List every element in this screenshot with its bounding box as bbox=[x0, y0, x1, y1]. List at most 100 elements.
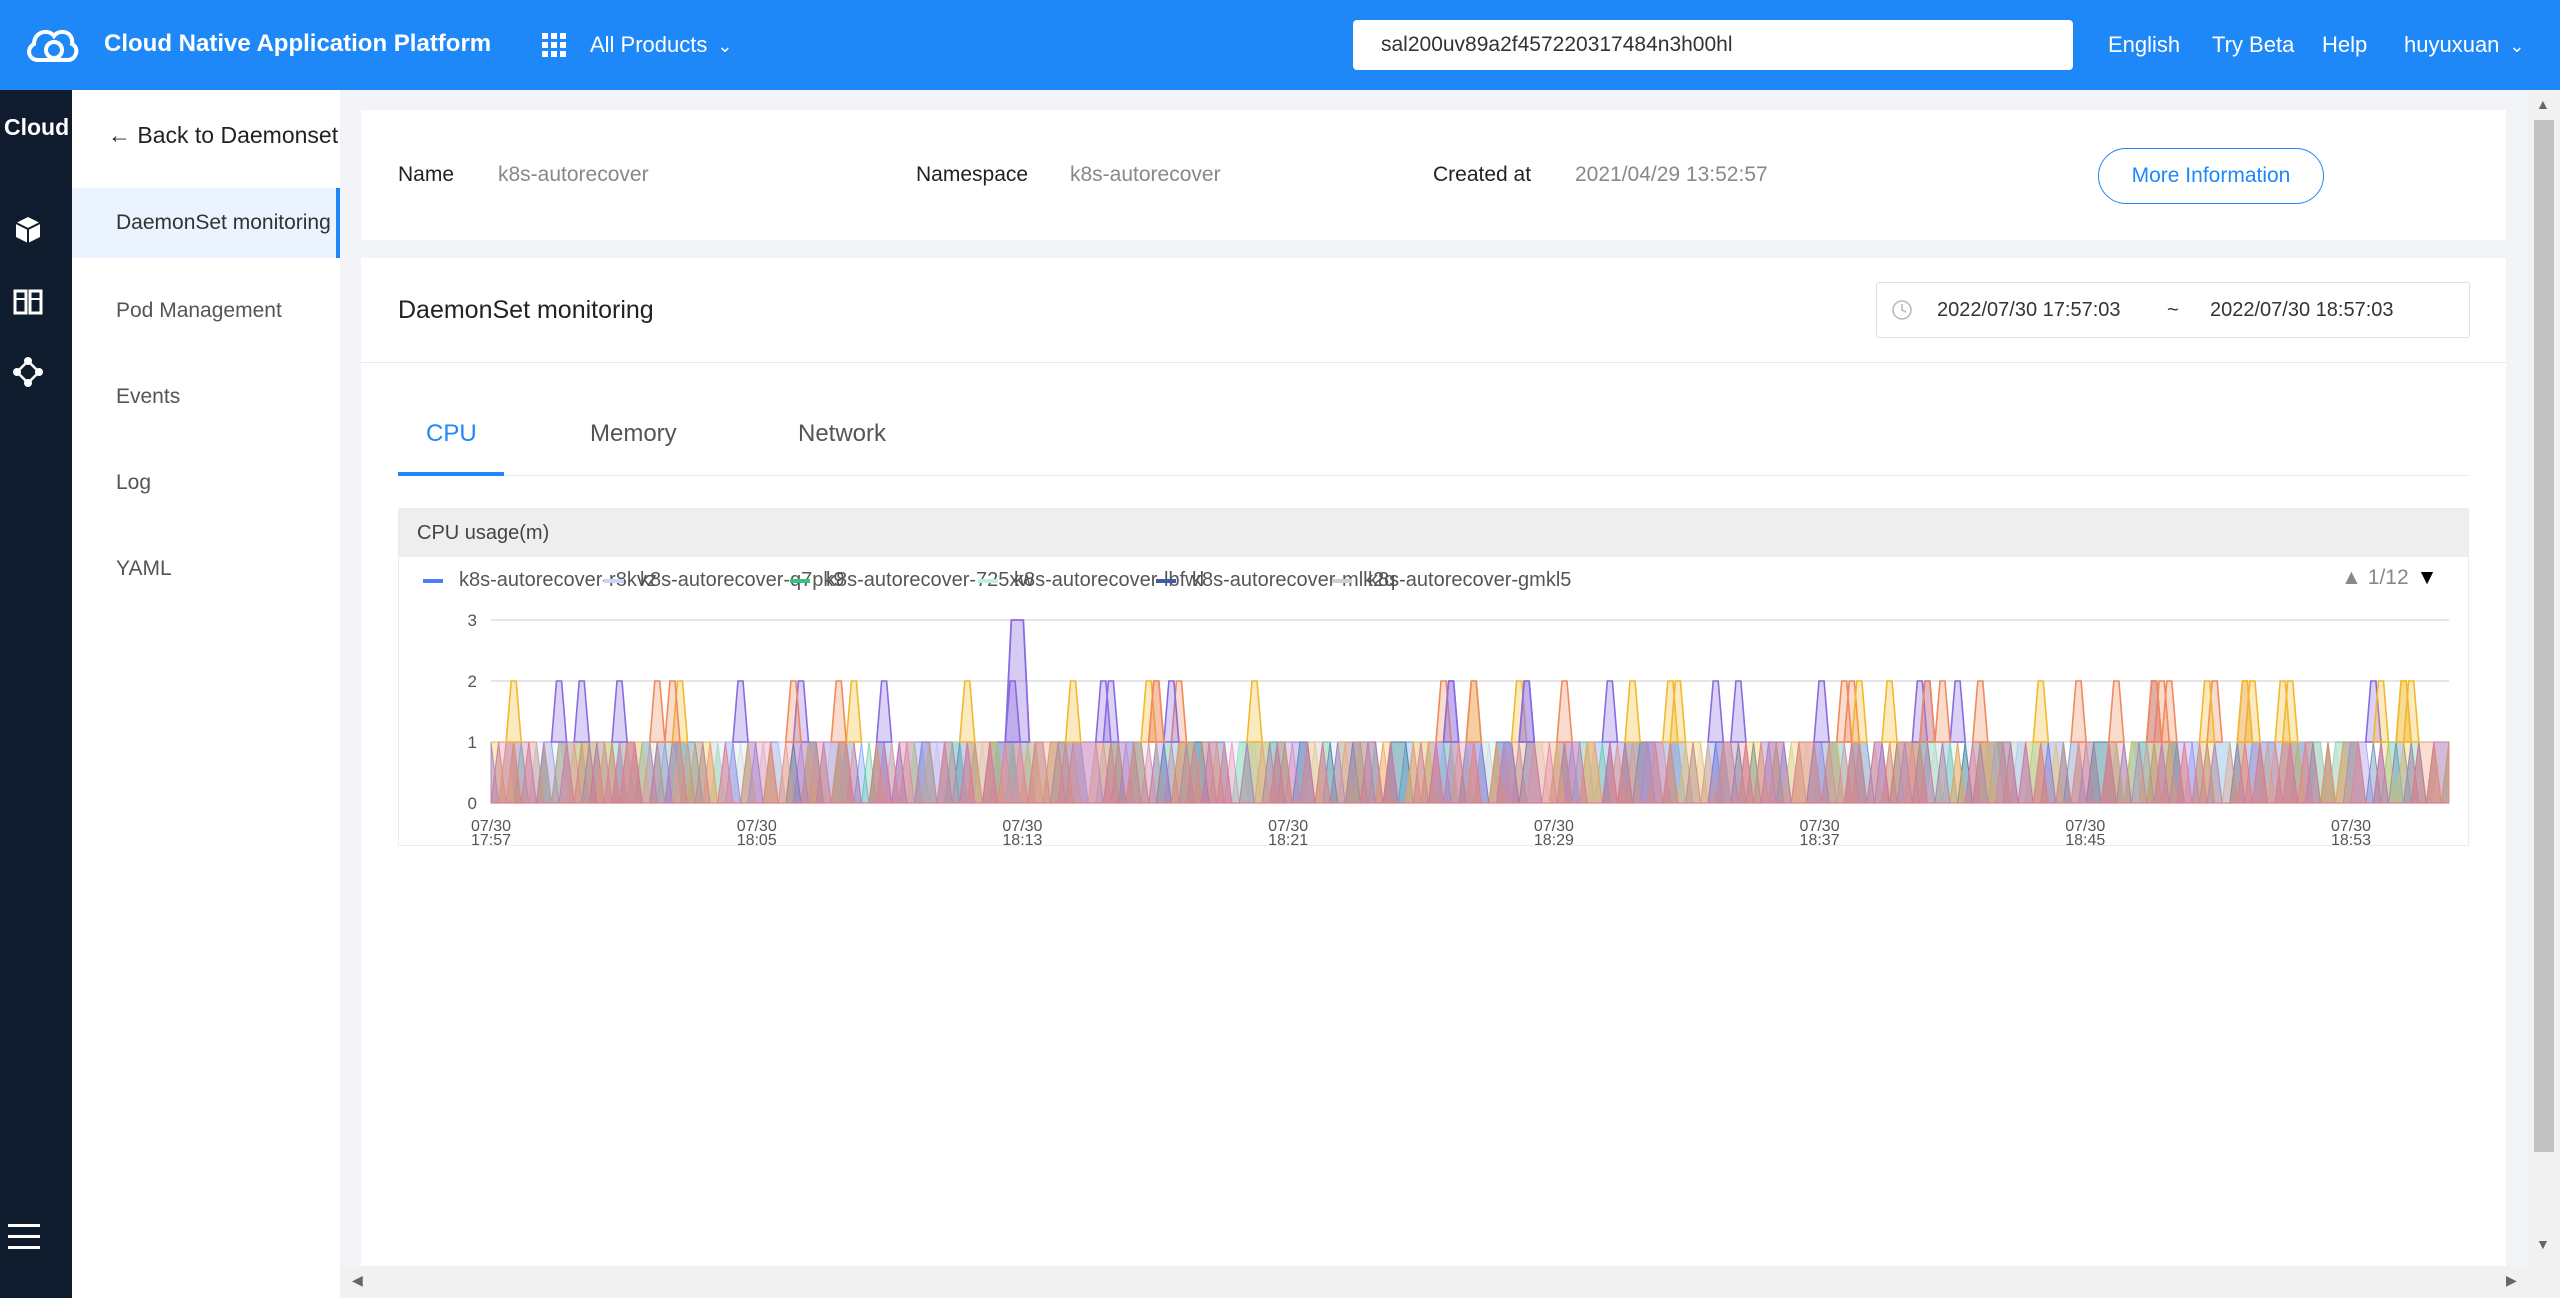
hamburger-menu-icon[interactable] bbox=[6, 1222, 42, 1252]
spike-mark bbox=[732, 680, 749, 743]
legend-swatch bbox=[978, 578, 998, 583]
columns-icon[interactable] bbox=[12, 286, 44, 318]
time-range-picker[interactable]: 2022/07/30 17:57:03 ~ 2022/07/30 18:57:0… bbox=[1876, 282, 2470, 338]
x-tick-time: 18:05 bbox=[737, 832, 777, 845]
spike-mark bbox=[1064, 680, 1082, 743]
x-tick-time: 18:37 bbox=[1800, 832, 1840, 845]
vertical-scroll-thumb[interactable] bbox=[2534, 120, 2554, 1152]
time-end: 2022/07/30 18:57:03 bbox=[2210, 299, 2394, 321]
spike-mark bbox=[1971, 680, 1989, 743]
all-products-dropdown[interactable]: All Products ⌄ bbox=[590, 32, 732, 58]
header-divider bbox=[361, 362, 2506, 363]
cloud-logo-icon[interactable] bbox=[24, 22, 80, 66]
metric-tabs: CPU Memory Network bbox=[398, 398, 2469, 476]
spike-mark bbox=[830, 680, 848, 743]
spike-mark bbox=[550, 680, 568, 743]
chevron-down-icon: ⌄ bbox=[2509, 36, 2525, 56]
share-nodes-icon[interactable] bbox=[12, 356, 44, 388]
tab-memory[interactable]: Memory bbox=[590, 420, 677, 448]
more-information-button[interactable]: More Information bbox=[2098, 148, 2324, 204]
help-link[interactable]: Help bbox=[2322, 32, 2367, 58]
time-separator: ~ bbox=[2167, 299, 2179, 321]
name-label: Name bbox=[398, 163, 455, 186]
spike-mark bbox=[1707, 680, 1725, 743]
spike-mark bbox=[2107, 680, 2125, 743]
spike-mark bbox=[648, 680, 666, 743]
spike-mark bbox=[1729, 680, 1747, 743]
spike-mark bbox=[1949, 680, 1967, 743]
subnav-item-daemonset-monitoring[interactable]: DaemonSet monitoring bbox=[72, 188, 340, 258]
horizontal-scrollbar[interactable] bbox=[340, 1266, 2528, 1298]
legend-swatch bbox=[790, 578, 810, 583]
legend-swatch bbox=[604, 578, 624, 583]
subnav-item-events[interactable]: Events bbox=[72, 362, 340, 432]
spike-mark bbox=[1813, 680, 1830, 743]
peak-mark bbox=[1004, 619, 1031, 743]
y-tick-label: 1 bbox=[468, 733, 477, 752]
user-menu[interactable]: huyuxuan ⌄ bbox=[2404, 32, 2525, 58]
tab-cpu[interactable]: CPU bbox=[426, 420, 477, 448]
spike-mark bbox=[1624, 680, 1641, 743]
spike-mark bbox=[1465, 680, 1483, 743]
spike-mark bbox=[1881, 680, 1898, 743]
legend-swatch bbox=[1156, 578, 1176, 583]
chart-header: CPU usage(m) bbox=[399, 509, 2468, 557]
spike-mark bbox=[573, 680, 591, 743]
back-to-daemonset-link[interactable]: ← Back to Daemonset bbox=[108, 122, 338, 149]
time-start: 2022/07/30 17:57:03 bbox=[1937, 299, 2121, 321]
scroll-up-arrow-icon[interactable]: ▲ bbox=[2536, 96, 2550, 112]
spike-mark bbox=[2032, 680, 2050, 743]
left-rail: Cloud bbox=[0, 90, 72, 1298]
x-tick-time: 18:45 bbox=[2065, 832, 2105, 845]
rail-brand: Cloud bbox=[4, 114, 70, 140]
all-products-label: All Products bbox=[590, 32, 708, 57]
subnav-item-pod-management[interactable]: Pod Management bbox=[72, 276, 340, 346]
scroll-down-arrow-icon[interactable]: ▼ bbox=[2536, 1236, 2550, 1252]
spike-mark bbox=[1246, 680, 1263, 743]
tab-network[interactable]: Network bbox=[798, 420, 886, 448]
spike-mark bbox=[505, 680, 523, 743]
spike-mark bbox=[1601, 680, 1619, 743]
legend-swatch bbox=[423, 578, 443, 583]
y-tick-label: 0 bbox=[468, 794, 477, 813]
chevron-down-icon: ⌄ bbox=[717, 36, 733, 56]
x-tick-time: 17:57 bbox=[471, 832, 511, 845]
search-input[interactable]: sal200uv89a2f457220317484n3h00hl bbox=[1353, 20, 2073, 70]
monitoring-card: DaemonSet monitoring 2022/07/30 17:57:03… bbox=[361, 258, 2506, 1268]
legend-swatch bbox=[1332, 578, 1352, 583]
subnav-item-yaml[interactable]: YAML bbox=[72, 534, 340, 604]
language-link[interactable]: English bbox=[2108, 32, 2180, 58]
monitoring-title: DaemonSet monitoring bbox=[398, 296, 654, 324]
y-tick-label: 2 bbox=[468, 672, 477, 691]
pager-down-icon[interactable]: ▼ bbox=[2417, 566, 2438, 589]
spike-mark bbox=[958, 680, 976, 743]
active-tab-indicator bbox=[398, 472, 504, 476]
cpu-usage-plot[interactable]: 012307/30 07/30 07/30 07/30 07/30 07/30 07/30 0… bbox=[399, 587, 2468, 845]
spike-mark bbox=[1556, 680, 1573, 743]
scroll-left-arrow-icon[interactable]: ◀ bbox=[352, 1272, 363, 1289]
app-title[interactable]: Cloud Native Application Platform bbox=[104, 30, 491, 58]
x-tick-time: 18:21 bbox=[1268, 832, 1308, 845]
spike-mark bbox=[611, 680, 628, 743]
spike-mark bbox=[1934, 680, 1951, 743]
clock-icon bbox=[1892, 300, 1912, 320]
daemonset-info-card: Name k8s-autorecover Namespace k8s-autor… bbox=[361, 110, 2506, 240]
pager-count: 1/12 bbox=[2367, 566, 2409, 589]
try-beta-link[interactable]: Try Beta bbox=[2212, 32, 2294, 58]
namespace-label: Namespace bbox=[916, 163, 1029, 186]
top-navigation-bar: Cloud Native Application Platform All Pr… bbox=[0, 0, 2560, 90]
pager-up-icon[interactable]: ▲ bbox=[2341, 566, 2362, 589]
chart-title: CPU usage(m) bbox=[417, 522, 550, 544]
scroll-right-arrow-icon[interactable]: ▶ bbox=[2506, 1272, 2517, 1289]
y-tick-label: 3 bbox=[468, 611, 477, 630]
cpu-chart-panel: CPU usage(m) k8s-autorecover-r8kvz k8s-au… bbox=[398, 508, 2469, 846]
cube-icon[interactable] bbox=[12, 214, 44, 246]
namespace-value: k8s-autorecover bbox=[1070, 163, 1221, 186]
spike-mark bbox=[845, 680, 863, 743]
username: huyuxuan bbox=[2404, 32, 2500, 57]
x-tick-time: 18:53 bbox=[2331, 832, 2371, 845]
grid-apps-icon[interactable] bbox=[542, 33, 566, 57]
spike-mark bbox=[2070, 680, 2087, 743]
subnav-item-log[interactable]: Log bbox=[72, 448, 340, 518]
created-at-label: Created at bbox=[1433, 163, 1532, 186]
